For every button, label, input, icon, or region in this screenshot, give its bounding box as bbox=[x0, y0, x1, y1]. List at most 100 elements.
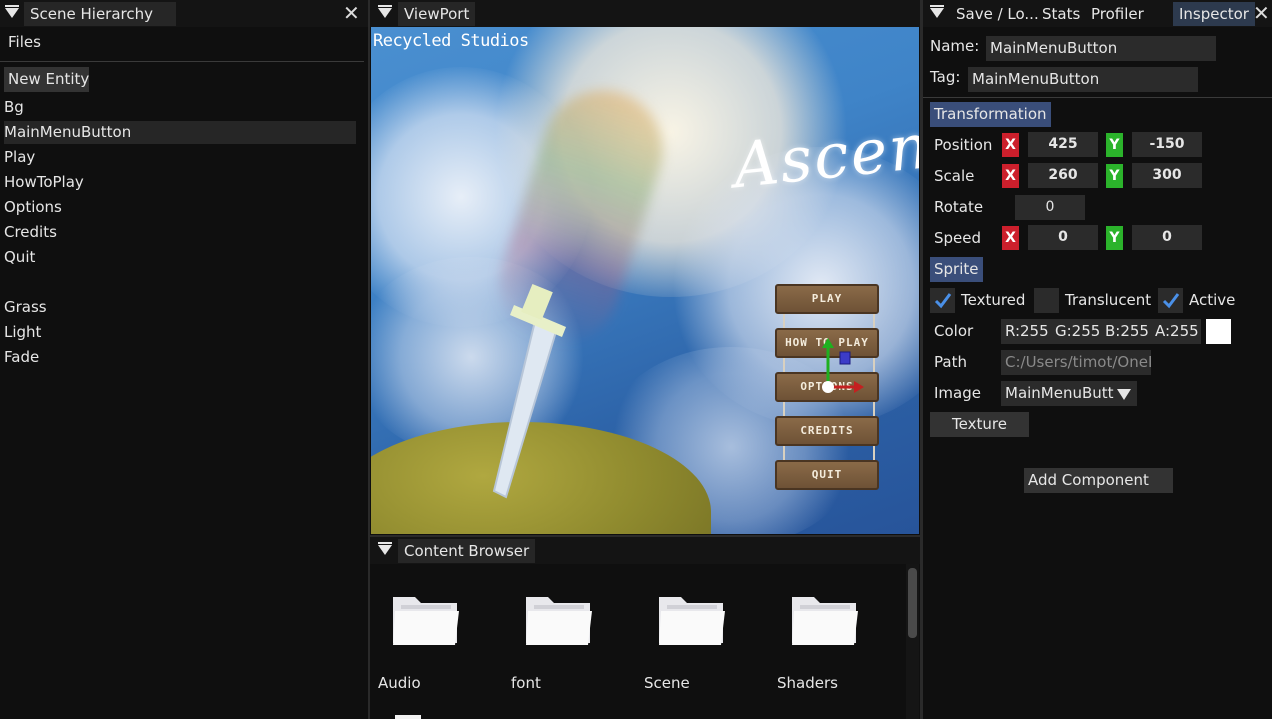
scale-x-field[interactable]: 260 bbox=[1028, 163, 1098, 188]
checkmark-icon bbox=[1162, 293, 1180, 309]
textured-checkbox[interactable] bbox=[930, 288, 955, 313]
tab-inspector[interactable]: Inspector bbox=[1173, 2, 1255, 26]
color-label: Color bbox=[934, 322, 974, 340]
entity-item[interactable]: Quit bbox=[4, 246, 35, 269]
content-browser-titlebar: Content Browser bbox=[369, 537, 921, 564]
game-menu-button[interactable]: CREDITS bbox=[775, 416, 879, 446]
entity-item[interactable]: Play bbox=[4, 146, 35, 169]
image-select-value: MainMenuButt bbox=[1005, 384, 1114, 402]
entity-item[interactable]: HowToPlay bbox=[4, 171, 84, 194]
right-panel-titlebar: Save / Lo... Stats Profiler Inspector ✕ bbox=[923, 0, 1272, 27]
scale-y-badge: Y bbox=[1106, 164, 1123, 188]
rotate-field[interactable]: 0 bbox=[1015, 195, 1085, 220]
scrollbar-thumb[interactable] bbox=[908, 568, 917, 638]
path-label: Path bbox=[934, 353, 967, 371]
menu-divider bbox=[0, 61, 364, 62]
image-select[interactable]: MainMenuButt bbox=[1001, 381, 1137, 406]
entity-item[interactable]: Fade bbox=[4, 346, 39, 369]
scale-y-field[interactable]: 300 bbox=[1132, 163, 1202, 188]
collapse-triangle-icon[interactable] bbox=[378, 542, 392, 555]
position-x-badge: X bbox=[1002, 133, 1019, 157]
tab-viewport[interactable]: ViewPort bbox=[398, 2, 476, 26]
name-field[interactable]: MainMenuButton bbox=[986, 36, 1216, 61]
speed-label: Speed bbox=[934, 229, 982, 247]
translucent-checkbox[interactable] bbox=[1034, 288, 1059, 313]
speed-y-field[interactable]: 0 bbox=[1132, 225, 1202, 250]
scene-hierarchy-panel: Scene Hierarchy ✕ Files New Entity Bg Mai… bbox=[0, 0, 368, 719]
position-label: Position bbox=[934, 136, 993, 154]
scale-label: Scale bbox=[934, 167, 975, 185]
active-checkbox[interactable] bbox=[1158, 288, 1183, 313]
texture-button[interactable]: Texture bbox=[930, 412, 1029, 437]
game-menu-button-label: CREDITS bbox=[800, 424, 854, 437]
close-icon[interactable]: ✕ bbox=[1253, 2, 1270, 24]
inspector-panel: Save / Lo... Stats Profiler Inspector ✕ … bbox=[923, 0, 1272, 719]
scale-x-badge: X bbox=[1002, 164, 1019, 188]
color-g-field[interactable]: G:255 bbox=[1051, 319, 1101, 344]
rope-decoration bbox=[783, 314, 875, 328]
position-x-field[interactable]: 425 bbox=[1028, 132, 1098, 157]
game-view[interactable]: Recycled Studios Ascend PLAYHOW TO PLAYO… bbox=[371, 27, 919, 534]
entity-item[interactable]: Light bbox=[4, 321, 41, 344]
new-entity-button[interactable]: New Entity bbox=[4, 67, 89, 92]
folder-icon[interactable] bbox=[657, 593, 727, 647]
rope-decoration bbox=[783, 402, 875, 416]
entity-item[interactable]: Bg bbox=[4, 96, 24, 119]
transform-gizmo[interactable] bbox=[796, 332, 866, 402]
game-menu-button[interactable]: QUIT bbox=[775, 460, 879, 490]
collapse-triangle-icon[interactable] bbox=[378, 5, 392, 18]
viewport-titlebar: ViewPort bbox=[369, 0, 921, 27]
path-field[interactable]: C:/Users/timot/OneD bbox=[1001, 350, 1151, 375]
game-menu-button-label: PLAY bbox=[811, 292, 843, 305]
checkmark-icon bbox=[934, 293, 952, 309]
color-a-field[interactable]: A:255 bbox=[1151, 319, 1201, 344]
translucent-label: Translucent bbox=[1065, 291, 1152, 309]
panel-border[interactable] bbox=[368, 0, 370, 719]
tag-label: Tag: bbox=[930, 68, 961, 86]
active-label: Active bbox=[1189, 291, 1236, 309]
speed-x-field[interactable]: 0 bbox=[1028, 225, 1098, 250]
chevron-down-icon bbox=[1117, 389, 1131, 400]
files-menu[interactable]: Files bbox=[8, 30, 41, 54]
folder-icon[interactable] bbox=[391, 593, 461, 647]
game-menu-button[interactable]: PLAY bbox=[775, 284, 879, 314]
folder-icon[interactable] bbox=[790, 593, 860, 647]
sprite-header[interactable]: Sprite bbox=[930, 257, 983, 282]
folder-label: Scene bbox=[644, 674, 690, 692]
name-label: Name: bbox=[930, 37, 980, 55]
entity-item[interactable]: Grass bbox=[4, 296, 47, 319]
speed-y-badge: Y bbox=[1106, 226, 1123, 250]
panel-border[interactable] bbox=[369, 535, 921, 537]
studio-logo-text: Recycled Studios bbox=[373, 31, 529, 51]
collapse-triangle-icon[interactable] bbox=[5, 5, 19, 18]
panel-border[interactable] bbox=[920, 0, 923, 719]
folder-label: font bbox=[511, 674, 541, 692]
rope-decoration bbox=[783, 446, 875, 460]
color-swatch[interactable] bbox=[1206, 319, 1231, 344]
sword-image bbox=[492, 283, 566, 499]
speed-x-badge: X bbox=[1002, 226, 1019, 250]
tab-save-load[interactable]: Save / Lo... bbox=[950, 2, 1045, 26]
collapse-triangle-icon[interactable] bbox=[930, 5, 944, 18]
scrollbar-track[interactable] bbox=[906, 564, 919, 719]
entity-item[interactable]: MainMenuButton bbox=[4, 121, 356, 144]
transformation-header[interactable]: Transformation bbox=[930, 102, 1051, 127]
tab-stats[interactable]: Stats bbox=[1036, 2, 1086, 26]
viewport-panel: ViewPort Recycled Studios Ascend PLAY HOW… bbox=[369, 0, 921, 535]
tag-field[interactable]: MainMenuButton bbox=[968, 67, 1198, 92]
folder-icon[interactable] bbox=[524, 593, 594, 647]
position-y-field[interactable]: -150 bbox=[1132, 132, 1202, 157]
scene-hierarchy-titlebar: Scene Hierarchy ✕ bbox=[0, 0, 368, 27]
folder-label: Shaders bbox=[777, 674, 838, 692]
color-b-field[interactable]: B:255 bbox=[1101, 319, 1151, 344]
content-browser-panel: Content Browser Audio font Scene Shaders bbox=[369, 537, 921, 719]
entity-item[interactable]: Credits bbox=[4, 221, 57, 244]
tab-content-browser[interactable]: Content Browser bbox=[398, 539, 536, 563]
rotate-label: Rotate bbox=[934, 198, 984, 216]
tab-scene-hierarchy[interactable]: Scene Hierarchy bbox=[24, 2, 176, 26]
add-component-button[interactable]: Add Component bbox=[1024, 468, 1173, 493]
tab-profiler[interactable]: Profiler bbox=[1085, 2, 1150, 26]
close-icon[interactable]: ✕ bbox=[343, 2, 360, 24]
color-r-field[interactable]: R:255 bbox=[1001, 319, 1051, 344]
entity-item[interactable]: Options bbox=[4, 196, 62, 219]
